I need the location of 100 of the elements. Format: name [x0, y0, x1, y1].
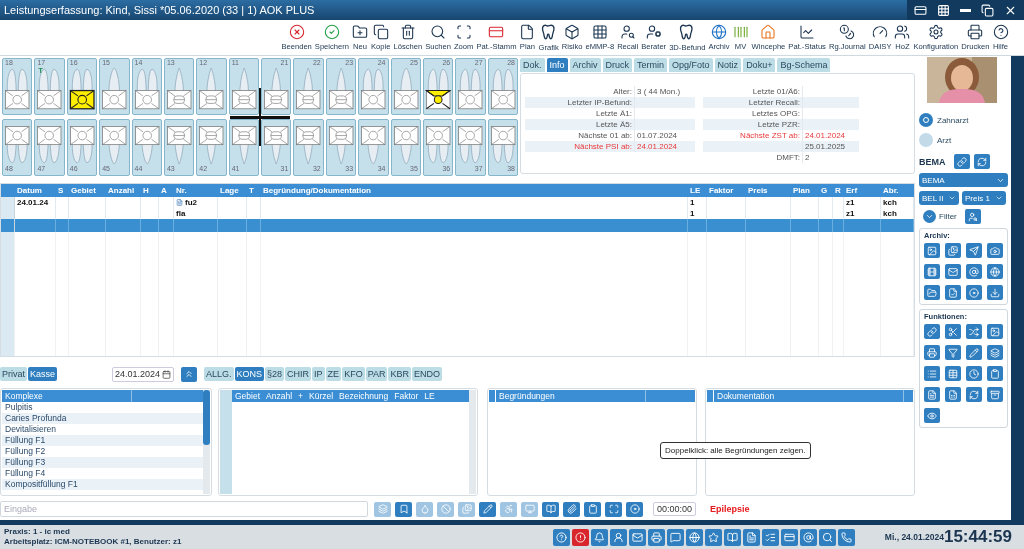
tab[interactable]: Kasse — [28, 367, 58, 381]
tab[interactable]: KFO — [342, 367, 365, 381]
tool-button[interactable] — [605, 501, 622, 517]
column-header[interactable]: Abr. — [881, 184, 914, 197]
column-header[interactable]: Faktor — [707, 184, 746, 197]
function-button[interactable] — [945, 324, 961, 339]
status-button[interactable] — [552, 528, 570, 546]
list-item[interactable]: Füllung F3 — [2, 457, 203, 468]
status-button[interactable] — [685, 528, 703, 546]
archive-button[interactable] — [945, 264, 961, 279]
archive-button[interactable] — [966, 243, 982, 258]
column-header[interactable]: Anzahl — [106, 184, 141, 197]
restore-button[interactable] — [978, 1, 997, 19]
column-header[interactable]: Lage — [218, 184, 247, 197]
list-item[interactable]: Füllung F1 — [2, 435, 203, 446]
tab[interactable]: Druck — [602, 58, 633, 72]
tab[interactable]: Doku+ — [743, 58, 776, 72]
column-header[interactable]: H — [141, 184, 159, 197]
status-button[interactable] — [742, 528, 760, 546]
status-button[interactable] — [571, 528, 589, 546]
status-button[interactable] — [647, 528, 665, 546]
function-button[interactable] — [966, 324, 982, 339]
filter-button[interactable]: Filter — [919, 210, 957, 223]
archive-button[interactable] — [945, 285, 961, 300]
archive-button[interactable] — [924, 285, 940, 300]
status-button[interactable] — [666, 528, 684, 546]
tool-button[interactable] — [542, 501, 559, 517]
status-button[interactable] — [761, 528, 779, 546]
column-header[interactable]: A — [159, 184, 174, 197]
status-button[interactable] — [628, 528, 646, 546]
tab[interactable]: ALLG. — [204, 367, 234, 381]
archive-button[interactable] — [924, 264, 940, 279]
column-header[interactable]: G — [819, 184, 833, 197]
column-header[interactable]: Begründung/Dokumentation — [261, 184, 688, 197]
tab[interactable]: Privat — [0, 367, 27, 381]
column-header[interactable]: R — [833, 184, 844, 197]
status-button[interactable] — [799, 528, 817, 546]
tool-button[interactable] — [563, 501, 580, 517]
column-header[interactable]: Gebiet — [69, 184, 106, 197]
function-button[interactable] — [945, 345, 961, 360]
column-header[interactable]: S — [56, 184, 69, 197]
status-button[interactable] — [837, 528, 855, 546]
radio-button[interactable]: Zahnarzt — [919, 113, 1008, 127]
tab[interactable]: PAR — [365, 367, 388, 381]
status-button[interactable] — [704, 528, 722, 546]
column-header[interactable]: Preis — [746, 184, 791, 197]
tab[interactable]: ZE — [325, 367, 342, 381]
scrollbar-thumb[interactable] — [203, 390, 210, 445]
archive-button[interactable] — [945, 243, 961, 258]
archive-button[interactable] — [966, 285, 982, 300]
refresh-button[interactable] — [973, 154, 990, 169]
tool-button[interactable] — [479, 501, 496, 517]
list-item[interactable]: Kompositfüllung F1 — [2, 479, 203, 490]
expand-button[interactable] — [181, 366, 198, 382]
tab[interactable]: Info — [546, 58, 568, 72]
function-button[interactable] — [966, 345, 982, 360]
tab[interactable]: Dok. — [520, 58, 545, 72]
status-button[interactable] — [780, 528, 798, 546]
function-button[interactable] — [924, 345, 940, 360]
archive-button[interactable] — [987, 243, 1003, 258]
column-header[interactable]: Erf — [844, 184, 881, 197]
function-button[interactable] — [924, 366, 940, 381]
function-button[interactable] — [966, 366, 982, 381]
status-button[interactable] — [723, 528, 741, 546]
tab[interactable]: Termin — [634, 58, 668, 72]
column-header[interactable]: Datum — [15, 184, 56, 197]
catalog-select[interactable]: BEMA — [919, 173, 1008, 187]
date-field[interactable]: 24.01.2024 — [112, 366, 175, 382]
function-button[interactable] — [924, 324, 940, 339]
user-search-button[interactable] — [964, 209, 981, 224]
list-item[interactable]: Caries Profunda — [2, 413, 203, 424]
radio-button[interactable]: Arzt — [919, 133, 1008, 147]
status-button[interactable] — [590, 528, 608, 546]
column-header[interactable]: Nr. — [174, 184, 218, 197]
column-header[interactable]: Plan — [791, 184, 819, 197]
function-button[interactable] — [945, 387, 961, 402]
function-button[interactable] — [924, 408, 940, 423]
tool-button[interactable] — [626, 501, 643, 517]
function-button[interactable] — [945, 366, 961, 381]
archive-button[interactable] — [987, 264, 1003, 279]
status-button[interactable] — [609, 528, 627, 546]
tab[interactable]: Opg/Foto — [669, 58, 713, 72]
function-button[interactable] — [987, 366, 1003, 381]
price-select[interactable]: Preis 1 — [962, 191, 1006, 205]
archive-button[interactable] — [966, 264, 982, 279]
archive-button[interactable] — [987, 285, 1003, 300]
tab[interactable]: §28 — [265, 367, 285, 381]
status-button[interactable] — [818, 528, 836, 546]
input-field[interactable]: Eingabe — [0, 501, 368, 517]
tab[interactable]: ENDO — [412, 367, 442, 381]
tab[interactable]: CHIR — [285, 367, 312, 381]
tab[interactable]: KONS — [234, 367, 265, 381]
tab[interactable]: Bg-Schema — [777, 58, 831, 72]
function-button[interactable] — [987, 345, 1003, 360]
column-header[interactable]: LE — [688, 184, 707, 197]
function-button[interactable] — [924, 387, 940, 402]
function-button[interactable] — [987, 324, 1003, 339]
link-button[interactable] — [953, 154, 970, 169]
tool-button[interactable] — [584, 501, 601, 517]
function-button[interactable] — [966, 387, 982, 402]
